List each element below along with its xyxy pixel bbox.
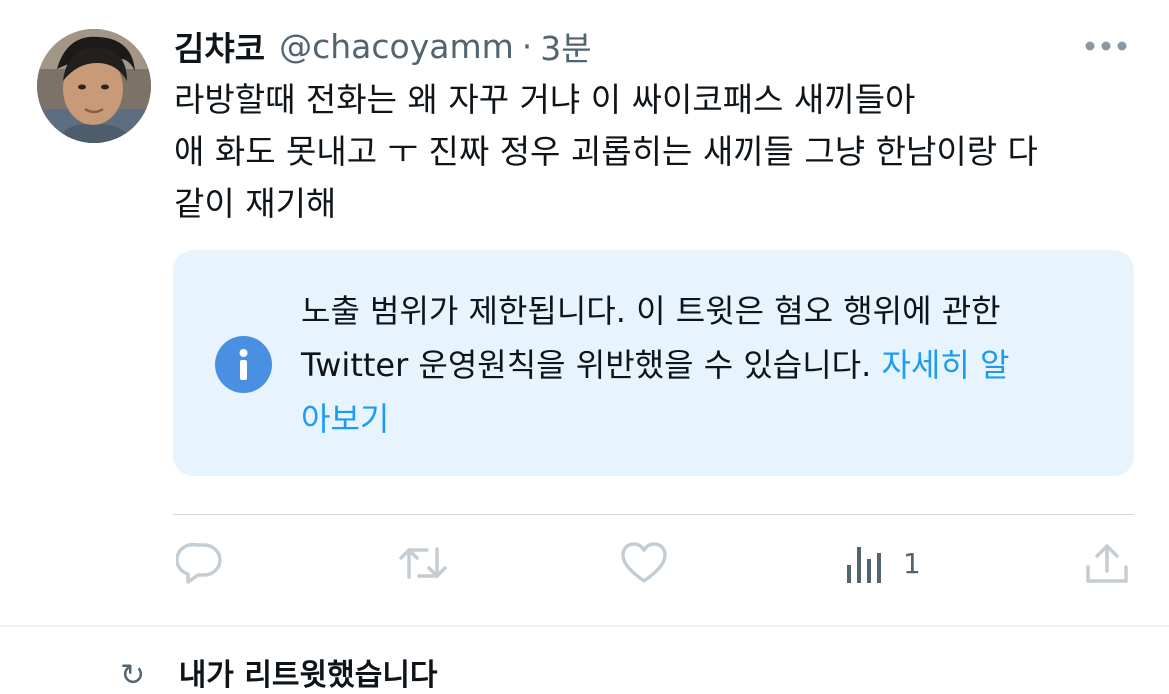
limited-visibility-notice: 노출 범위가 제한됩니다. 이 트윗은 혐오 행위에 관한 Twitter 운영… [173,250,1134,476]
notice-line: 노출 범위가 제한됩니다. 이 트윗은 혐오 행위에 관한 [301,292,1001,330]
views-count: 1 [903,546,921,580]
reply-button[interactable] [176,540,224,586]
views-button[interactable]: 1 [845,540,921,586]
retweet-context-icon: ↻ [120,658,146,693]
notice-line: Twitter 운영원칙을 위반했을 수 있습니다. 자세히 알 [301,338,1111,392]
user-handle[interactable]: @chacoyamm [279,27,514,66]
share-button[interactable] [1084,540,1130,586]
notice-line: 아보기 [301,392,1111,446]
reply-icon [176,542,222,584]
info-icon [215,336,272,393]
tweet-header: 김챠코 @chacoyamm · 3분 [174,22,592,70]
notice-line-text: Twitter 운영원칙을 위반했을 수 있습니다. [301,346,882,384]
learn-more-link-continued[interactable]: 아보기 [301,400,389,438]
more-options-button[interactable] [1080,32,1132,60]
more-horizontal-icon [1085,41,1127,51]
analytics-icon [847,547,881,583]
learn-more-link[interactable]: 자세히 알 [881,346,1009,384]
next-tweet-context[interactable]: ↻ 내가 리트윗했습니다 [120,650,438,694]
tweet-text: 라방할때 전화는 왜 자꾸 거냐 이 싸이코패스 새끼들아 애 화도 못내고 ㅜ… [174,74,1134,230]
avatar[interactable] [37,29,151,143]
separator-dot: · [521,26,533,66]
tweet-text-line: 라방할때 전화는 왜 자꾸 거냐 이 싸이코패스 새끼들아 [174,80,916,119]
tweet-text-line: 애 화도 못내고 ㅜ 진짜 정우 괴롭히는 새끼들 그냥 한남이랑 다 [174,132,1038,171]
tweet[interactable]: 김챠코 @chacoyamm · 3분 라방할때 전화는 왜 자꾸 거냐 이 싸… [0,0,1169,625]
retweet-context-text: 내가 리트윗했습니다 [178,658,438,693]
divider [173,514,1134,515]
like-button[interactable] [620,540,668,586]
display-name[interactable]: 김챠코 [174,22,265,70]
heart-icon [621,542,667,583]
retweet-button[interactable] [397,540,449,586]
tweet-text-line: 같이 재기해 [174,184,337,223]
notice-text: 노출 범위가 제한됩니다. 이 트윗은 혐오 행위에 관한 Twitter 운영… [301,284,1111,446]
timestamp[interactable]: 3분 [540,22,591,70]
tweet-separator [0,625,1169,627]
avatar-photo [37,29,151,143]
retweet-icon [399,547,447,579]
share-icon [1086,544,1128,583]
